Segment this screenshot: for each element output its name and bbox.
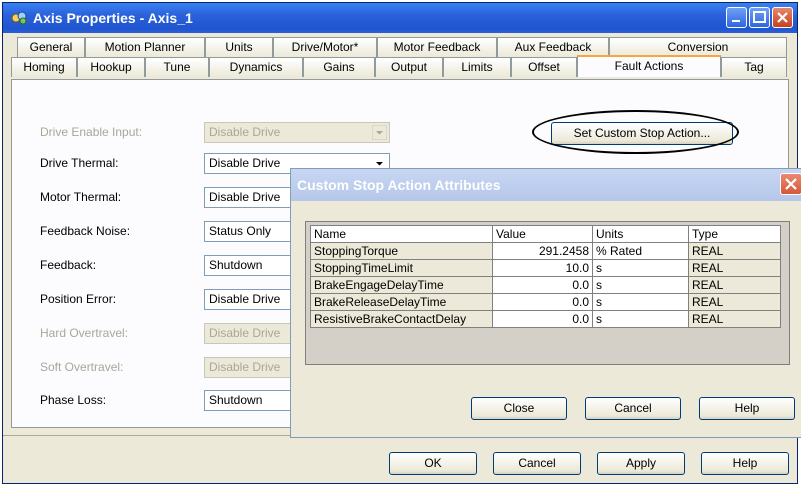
tab-motor-feedback[interactable]: Motor Feedback xyxy=(377,37,497,57)
feedback-noise-value: Status Only xyxy=(209,224,272,238)
tab-row-2: Homing Hookup Tune Dynamics Gains Output… xyxy=(11,55,791,77)
column-header-units[interactable]: Units xyxy=(592,225,689,243)
row-value[interactable]: 0.0 xyxy=(492,293,593,311)
hard-overtravel-value: Disable Drive xyxy=(209,326,281,340)
row-units: % Rated xyxy=(592,242,689,260)
row-units: s xyxy=(592,293,689,311)
tab-homing[interactable]: Homing xyxy=(11,57,77,77)
feedback-value: Shutdown xyxy=(209,258,263,272)
close-icon xyxy=(777,12,788,23)
phase-loss-label: Phase Loss: xyxy=(40,393,107,407)
drive-thermal-value: Disable Drive xyxy=(209,156,281,170)
attributes-table: Name Value Units Type StoppingTorque 291… xyxy=(310,225,781,328)
row-type: REAL xyxy=(688,276,781,294)
row-name: ResistiveBrakeContactDelay xyxy=(310,310,493,328)
row-units: s xyxy=(592,259,689,277)
maximize-icon xyxy=(753,11,766,23)
row-type: REAL xyxy=(688,293,781,311)
soft-overtravel-value: Disable Drive xyxy=(209,360,281,374)
tab-gains[interactable]: Gains xyxy=(303,57,375,77)
dialog-close-button[interactable] xyxy=(780,173,801,195)
tab-limits[interactable]: Limits xyxy=(443,57,511,77)
motor-thermal-label: Motor Thermal: xyxy=(40,190,122,204)
app-icon xyxy=(11,11,27,25)
window-titlebar[interactable]: Axis Properties - Axis_1 xyxy=(3,3,797,33)
column-header-name[interactable]: Name xyxy=(310,225,493,243)
row-value[interactable]: 10.0 xyxy=(492,259,593,277)
minimize-button[interactable] xyxy=(726,7,747,28)
motor-thermal-value: Disable Drive xyxy=(209,190,281,204)
phase-loss-value: Shutdown xyxy=(209,393,263,407)
row-units: s xyxy=(592,310,689,328)
minimize-icon xyxy=(732,20,740,22)
table-row: StoppingTorque 291.2458 % Rated REAL xyxy=(310,242,781,260)
drive-enable-input-select: Disable Drive xyxy=(204,122,390,143)
table-row: BrakeEngageDelayTime 0.0 s REAL xyxy=(310,276,781,294)
drive-enable-input-value: Disable Drive xyxy=(209,125,281,139)
chevron-down-icon xyxy=(372,125,387,140)
tab-units[interactable]: Units xyxy=(205,37,273,57)
set-custom-stop-action-button[interactable]: Set Custom Stop Action... xyxy=(551,122,733,145)
tab-conversion[interactable]: Conversion xyxy=(609,37,787,57)
position-error-value: Disable Drive xyxy=(209,292,281,306)
close-window-button[interactable] xyxy=(772,7,793,28)
tab-offset[interactable]: Offset xyxy=(511,57,577,77)
tab-hookup[interactable]: Hookup xyxy=(77,57,145,77)
drive-thermal-label: Drive Thermal: xyxy=(40,156,119,170)
table-header-row: Name Value Units Type xyxy=(310,225,781,243)
column-header-type[interactable]: Type xyxy=(688,225,781,243)
soft-overtravel-label: Soft Overtravel: xyxy=(40,360,124,374)
cancel-button[interactable]: Cancel xyxy=(493,452,581,475)
tab-motion-planner[interactable]: Motion Planner xyxy=(85,37,205,57)
tab-output[interactable]: Output xyxy=(375,57,443,77)
help-button[interactable]: Help xyxy=(701,452,789,475)
hard-overtravel-label: Hard Overtravel: xyxy=(40,326,129,340)
dialog-help-button[interactable]: Help xyxy=(699,397,795,420)
maximize-button[interactable] xyxy=(749,7,770,28)
window-title: Axis Properties - Axis_1 xyxy=(33,10,193,26)
row-type: REAL xyxy=(688,242,781,260)
feedback-label: Feedback: xyxy=(40,258,97,272)
tab-aux-feedback[interactable]: Aux Feedback xyxy=(497,37,609,57)
dialog-cancel-button[interactable]: Cancel xyxy=(585,397,681,420)
row-name: BrakeEngageDelayTime xyxy=(310,276,493,294)
dialog-title: Custom Stop Action Attributes xyxy=(297,177,501,193)
apply-button[interactable]: Apply xyxy=(597,452,685,475)
tab-row-1: General Motion Planner Units Drive/Motor… xyxy=(11,37,791,57)
drive-enable-input-label: Drive Enable Input: xyxy=(40,125,143,139)
ok-button[interactable]: OK xyxy=(389,452,477,475)
row-value[interactable]: 0.0 xyxy=(492,310,593,328)
tab-fault-actions[interactable]: Fault Actions xyxy=(577,55,721,77)
position-error-label: Position Error: xyxy=(40,292,117,306)
column-header-value[interactable]: Value xyxy=(492,225,593,243)
attributes-grid: Name Value Units Type StoppingTorque 291… xyxy=(305,221,790,365)
dialog-close-text-button[interactable]: Close xyxy=(471,397,567,420)
row-value[interactable]: 291.2458 xyxy=(492,242,593,260)
tab-general[interactable]: General xyxy=(17,37,85,57)
tab-tune[interactable]: Tune xyxy=(145,57,209,77)
table-row: BrakeReleaseDelayTime 0.0 s REAL xyxy=(310,293,781,311)
row-type: REAL xyxy=(688,259,781,277)
tab-drive-motor[interactable]: Drive/Motor* xyxy=(273,37,377,57)
row-type: REAL xyxy=(688,310,781,328)
tab-dynamics[interactable]: Dynamics xyxy=(209,57,303,77)
row-name: BrakeReleaseDelayTime xyxy=(310,293,493,311)
feedback-noise-label: Feedback Noise: xyxy=(40,224,131,238)
close-icon xyxy=(785,178,797,190)
row-value[interactable]: 0.0 xyxy=(492,276,593,294)
row-name: StoppingTimeLimit xyxy=(310,259,493,277)
tab-tag[interactable]: Tag xyxy=(721,57,787,77)
row-name: StoppingTorque xyxy=(310,242,493,260)
row-units: s xyxy=(592,276,689,294)
table-row: StoppingTimeLimit 10.0 s REAL xyxy=(310,259,781,277)
custom-stop-action-dialog: Custom Stop Action Attributes Name Value… xyxy=(290,168,801,438)
dialog-titlebar[interactable]: Custom Stop Action Attributes xyxy=(291,169,801,201)
table-row: ResistiveBrakeContactDelay 0.0 s REAL xyxy=(310,310,781,328)
